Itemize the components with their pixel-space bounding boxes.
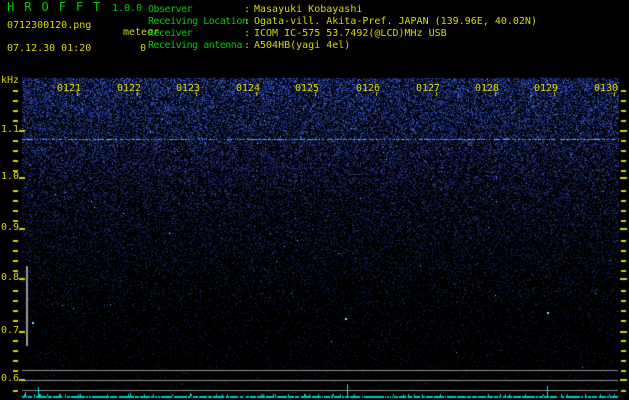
frequency-axis-label: 1.0: [1, 171, 20, 182]
station-row-value: A504HB(yagi 4el): [254, 40, 351, 51]
station-row-label: Receiver: [148, 28, 193, 39]
frequency-axis-label: 0.8: [1, 272, 20, 283]
hrofft-screen: HROFFT 1.0.0 0712300120.png meteor 07.12…: [0, 0, 629, 400]
station-row: Receiving Location : Ogata-vill. Akita-P…: [148, 16, 626, 28]
station-row-label: Receiving Location: [148, 16, 248, 27]
station-row: Receiving antenna : A504HB(yagi 4el): [148, 40, 626, 52]
station-row-value: ICOM IC-575 53.7492(@LCD)MHz USB: [254, 28, 447, 39]
time-axis-label: 0125: [295, 83, 320, 94]
frequency-axis-label: 0.6: [1, 373, 20, 384]
station-row-value: Ogata-vill. Akita-Pref. JAPAN (139.96E, …: [254, 16, 537, 27]
frequency-unit-label: kHz: [1, 75, 20, 86]
time-axis-label: 0128: [475, 83, 500, 94]
station-row-separator: :: [244, 40, 251, 51]
time-axis-label: 0121: [57, 83, 82, 94]
station-row-label: Observer: [148, 4, 193, 15]
meteor-count: 0: [140, 43, 147, 54]
time-axis-label: 0126: [356, 83, 381, 94]
time-axis-label: 0122: [117, 83, 142, 94]
time-axis-label: 0130: [594, 83, 619, 94]
spectrogram-canvas: [0, 0, 629, 400]
station-row-label: Receiving antenna: [148, 40, 242, 51]
station-row-separator: :: [244, 4, 251, 15]
station-info: Observer : Masayuki Kobayashi Receiving …: [148, 4, 626, 52]
frequency-axis-label: 0.9: [1, 222, 20, 233]
station-row: Receiver : ICOM IC-575 53.7492(@LCD)MHz …: [148, 28, 626, 40]
time-axis-label: 0129: [534, 83, 559, 94]
app-version: 1.0.0: [112, 3, 143, 14]
time-axis-label: 0123: [176, 83, 201, 94]
time-axis-label: 0127: [416, 83, 441, 94]
frequency-axis-label: 1.1: [1, 124, 20, 135]
time-axis-label: 0124: [236, 83, 261, 94]
timestamp: 07.12.30 01:20: [7, 43, 92, 54]
file-name: 0712300120.png: [7, 20, 92, 31]
station-row-value: Masayuki Kobayashi: [254, 4, 363, 15]
app-title: HROFFT: [7, 0, 111, 14]
station-row-separator: :: [244, 28, 251, 39]
station-row: Observer : Masayuki Kobayashi: [148, 4, 626, 16]
frequency-axis-label: 0.7: [1, 325, 20, 336]
station-row-separator: :: [244, 16, 251, 27]
